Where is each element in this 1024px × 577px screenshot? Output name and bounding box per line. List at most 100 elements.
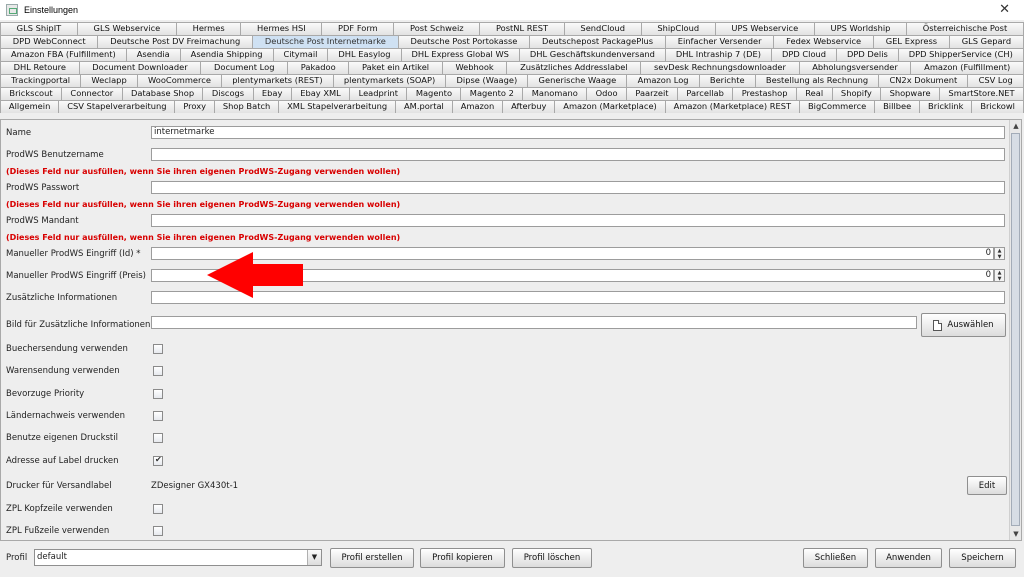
close-button[interactable]: Schließen: [803, 548, 868, 568]
tab-paket-ein-artikel[interactable]: Paket ein Artikel: [348, 61, 443, 74]
prodws-mandant-input[interactable]: [151, 214, 1005, 227]
tab-gls-gepard[interactable]: GLS Gepard: [948, 35, 1024, 48]
prodws-pass-input[interactable]: [151, 181, 1005, 194]
tab-allgemein[interactable]: Allgemein: [0, 100, 60, 113]
tab-pdf-form[interactable]: PDF Form: [321, 22, 395, 35]
image-path-input[interactable]: [151, 316, 917, 329]
tab-proxy[interactable]: Proxy: [174, 100, 215, 113]
tab-prestashop[interactable]: Prestashop: [732, 87, 797, 100]
tab-odoo[interactable]: Odoo: [586, 87, 627, 100]
choose-file-button[interactable]: Auswählen: [921, 313, 1006, 337]
tab-deutsche-post-portokasse[interactable]: Deutsche Post Portokasse: [397, 35, 531, 48]
tab-plentymarkets-soap[interactable]: plentymarkets (SOAP): [332, 74, 447, 87]
tab-dhl-geschäftskundenversand[interactable]: DHL Geschäftskundenversand: [518, 48, 666, 61]
tab-shop-batch[interactable]: Shop Batch: [213, 100, 280, 113]
tab-asendia[interactable]: Asendia: [125, 48, 181, 61]
profil-copy-button[interactable]: Profil kopieren: [420, 548, 505, 568]
tab-generische-waage[interactable]: Generische Waage: [527, 74, 628, 87]
tab-cn2x-dokument[interactable]: CN2x Dokument: [878, 74, 969, 87]
profil-select[interactable]: default ▼: [34, 549, 322, 566]
tab-discogs[interactable]: Discogs: [202, 87, 254, 100]
tab-bigcommerce[interactable]: BigCommerce: [799, 100, 876, 113]
tab-database-shop[interactable]: Database Shop: [121, 87, 204, 100]
tab-billbee[interactable]: Billbee: [874, 100, 921, 113]
tab-citymail[interactable]: Citymail: [272, 48, 329, 61]
buecher-checkbox[interactable]: [153, 344, 163, 354]
zpl-fuss-checkbox[interactable]: [153, 526, 163, 536]
tab-ebay[interactable]: Ebay: [252, 87, 292, 100]
edit-printer-button[interactable]: Edit: [967, 476, 1007, 495]
tab-ups-webservice[interactable]: UPS Webservice: [714, 22, 815, 35]
waren-checkbox[interactable]: [153, 366, 163, 376]
tab-dhl-easylog[interactable]: DHL Easylog: [327, 48, 402, 61]
tab-document-downloader[interactable]: Document Downloader: [78, 61, 202, 74]
profil-delete-button[interactable]: Profil löschen: [512, 548, 592, 568]
tab-dipse-waage[interactable]: Dipse (Waage): [445, 74, 529, 87]
tab-postnl-rest[interactable]: PostNL REST: [479, 22, 565, 35]
tab-magento[interactable]: Magento: [406, 87, 462, 100]
tab-dpd-cloud[interactable]: DPD Cloud: [770, 48, 838, 61]
manual-price-spinner[interactable]: ▲ ▼: [994, 269, 1005, 282]
tab-real[interactable]: Real: [795, 87, 833, 100]
tab-asendia-shipping[interactable]: Asendia Shipping: [179, 48, 274, 61]
zpl-kopf-checkbox[interactable]: [153, 504, 163, 514]
tab-shopware[interactable]: Shopware: [880, 87, 941, 100]
tab-am-portal[interactable]: AM.portal: [395, 100, 453, 113]
tab-dpd-delis[interactable]: DPD Delis: [836, 48, 899, 61]
tab-webhook[interactable]: Webhook: [441, 61, 508, 74]
tab-document-log[interactable]: Document Log: [200, 61, 289, 74]
laender-checkbox[interactable]: [153, 411, 163, 421]
tab-sevdesk-rechnungsdownloader[interactable]: sevDesk Rechnungsdownloader: [640, 61, 800, 74]
profil-create-button[interactable]: Profil erstellen: [330, 548, 414, 568]
tab-gel-express[interactable]: GEL Express: [872, 35, 950, 48]
vertical-scrollbar[interactable]: ▲ ▼: [1009, 120, 1021, 540]
tab-smartstore-net[interactable]: SmartStore.NET: [939, 87, 1024, 100]
close-window-button[interactable]: ✕: [999, 2, 1010, 17]
prodws-user-input[interactable]: [151, 148, 1005, 161]
tab-leadprint[interactable]: Leadprint: [349, 87, 408, 100]
tab-manomano[interactable]: Manomano: [522, 87, 588, 100]
apply-button[interactable]: Anwenden: [875, 548, 942, 568]
tab-post-schweiz[interactable]: Post Schweiz: [393, 22, 481, 35]
tab-sendcloud[interactable]: SendCloud: [563, 22, 642, 35]
tab-csv-stapelverarbeitung[interactable]: CSV Stapelverarbeitung: [58, 100, 176, 113]
name-input[interactable]: internetmarke: [151, 126, 1005, 139]
tab-dpd-shipperservice-ch[interactable]: DPD ShipperService (CH): [897, 48, 1024, 61]
tab-gls-shipit[interactable]: GLS ShipIT: [0, 22, 78, 35]
tab-amazon[interactable]: Amazon: [451, 100, 504, 113]
tab-brickscout[interactable]: Brickscout: [0, 87, 63, 100]
tab-deutsche-post-internetmarke[interactable]: Deutsche Post Internetmarke: [252, 35, 399, 48]
manual-id-spinner[interactable]: ▲ ▼: [994, 247, 1005, 260]
tab-dhl-retoure[interactable]: DHL Retoure: [0, 61, 80, 74]
tab-zusätzliches-addresslabel[interactable]: Zusätzliches Addresslabel: [506, 61, 642, 74]
tab-connector[interactable]: Connector: [61, 87, 123, 100]
save-button[interactable]: Speichern: [949, 548, 1016, 568]
tab-csv-log[interactable]: CSV Log: [967, 74, 1024, 87]
tab-deutsche-post-dv-freimachung[interactable]: Deutsche Post DV Freimachung: [97, 35, 254, 48]
druckstil-checkbox[interactable]: [153, 433, 163, 443]
tab-shipcloud[interactable]: ShipCloud: [640, 22, 716, 35]
tab-amazon-marketplace-rest[interactable]: Amazon (Marketplace) REST: [664, 100, 801, 113]
tab-gls-webservice[interactable]: GLS Webservice: [76, 22, 177, 35]
adresse-checkbox[interactable]: [153, 455, 163, 466]
tab-paarzeit[interactable]: Paarzeit: [625, 87, 678, 100]
spinner-down-icon[interactable]: ▼: [995, 254, 1004, 260]
scroll-down-icon[interactable]: ▼: [1010, 528, 1022, 540]
tab-brickowl[interactable]: Brickowl: [971, 100, 1024, 113]
tab-deutschepost-packageplus[interactable]: Deutschepost PackagePlus: [529, 35, 666, 48]
tab-weclapp[interactable]: Weclapp: [80, 74, 138, 87]
tab-ups-worldship[interactable]: UPS Worldship: [813, 22, 908, 35]
tab-bestellung-als-rechnung[interactable]: Bestellung als Rechnung: [754, 74, 880, 87]
chevron-down-icon[interactable]: ▼: [307, 550, 321, 565]
tab-magento-2[interactable]: Magento 2: [460, 87, 524, 100]
tab-abholungsversender[interactable]: Abholungsversender: [798, 61, 912, 74]
tab-bricklink[interactable]: Bricklink: [919, 100, 973, 113]
tab-fedex-webservice[interactable]: Fedex Webservice: [773, 35, 874, 48]
tab-einfacher-versender[interactable]: Einfacher Versender: [664, 35, 775, 48]
tab-hermes-hsi[interactable]: Hermes HSI: [240, 22, 323, 35]
tab-amazon-marketplace[interactable]: Amazon (Marketplace): [554, 100, 666, 113]
scroll-thumb[interactable]: [1011, 133, 1020, 526]
tab-amazon-fulfillment[interactable]: Amazon (Fulfillment): [910, 61, 1024, 74]
tab-pakadoo[interactable]: Pakadoo: [287, 61, 350, 74]
tab-dhl-intraship-7-de[interactable]: DHL Intraship 7 (DE): [664, 48, 772, 61]
